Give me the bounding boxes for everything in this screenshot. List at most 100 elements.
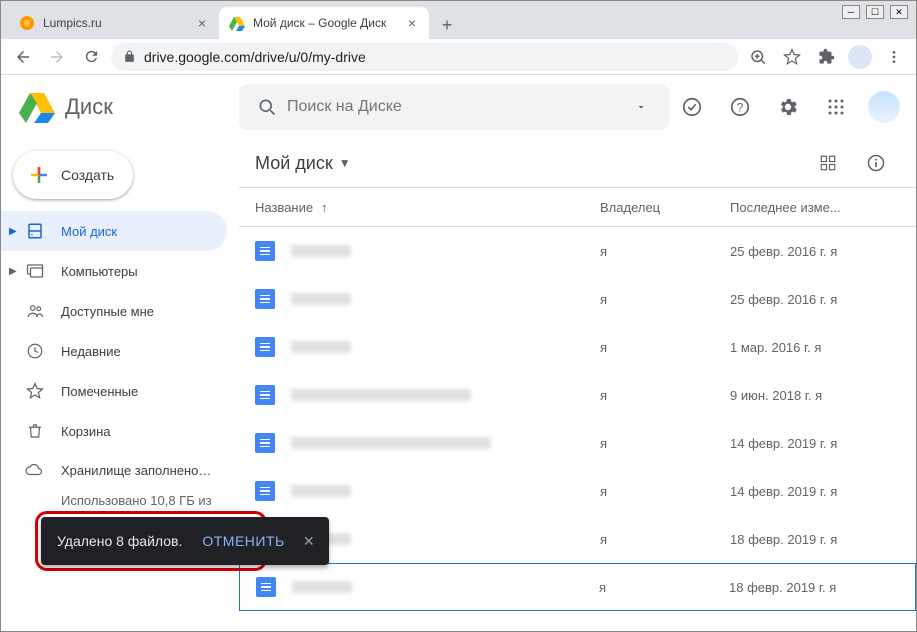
table-row[interactable]: я9 июн. 2018 г. я: [239, 371, 916, 419]
extensions-icon[interactable]: [812, 43, 840, 71]
toast-notification: Удалено 8 файлов. ОТМЕНИТЬ ✕: [41, 517, 329, 565]
column-name-header[interactable]: Название ↑: [255, 200, 600, 215]
breadcrumb[interactable]: Мой диск ▼: [255, 153, 351, 174]
docs-file-icon: [255, 481, 275, 501]
support-icon[interactable]: ?: [720, 87, 760, 127]
file-owner: я: [600, 484, 730, 499]
forward-button[interactable]: [43, 43, 71, 71]
search-options-icon[interactable]: [621, 101, 661, 113]
settings-gear-icon[interactable]: [768, 87, 808, 127]
table-row[interactable]: я14 февр. 2019 г. я: [239, 419, 916, 467]
column-owner-header[interactable]: Владелец: [600, 200, 730, 215]
docs-file-icon: [255, 241, 275, 261]
sidebar-item-recent[interactable]: Недавние: [1, 331, 227, 371]
account-avatar[interactable]: [868, 91, 900, 123]
table-row[interactable]: я18 февр. 2019 г. я: [239, 563, 916, 611]
address-bar: drive.google.com/drive/u/0/my-drive: [1, 39, 916, 75]
drive-logo[interactable]: Диск: [17, 87, 239, 127]
maximize-button[interactable]: ☐: [866, 5, 884, 19]
file-modified: 1 мар. 2016 г. я: [730, 340, 900, 355]
file-modified: 9 июн. 2018 г. я: [730, 388, 900, 403]
search-bar[interactable]: [239, 84, 669, 130]
table-row[interactable]: я14 февр. 2019 г. я: [239, 467, 916, 515]
file-owner: я: [600, 292, 730, 307]
layout-grid-icon[interactable]: [808, 143, 848, 183]
docs-file-icon: [255, 385, 275, 405]
content-panel: Мой диск ▼ Название ↑ Владелец Последнее…: [239, 139, 916, 631]
file-name: [291, 437, 600, 449]
drive-logo-icon: [17, 87, 57, 127]
file-modified: 14 февр. 2019 г. я: [730, 484, 900, 499]
clock-icon: [25, 341, 45, 361]
file-owner: я: [600, 532, 730, 547]
storage-header[interactable]: Хранилище заполнено н...: [25, 461, 215, 479]
chrome-menu-icon[interactable]: [880, 43, 908, 71]
favicon-orange-icon: [19, 15, 35, 31]
content-toolbar: Мой диск ▼: [239, 139, 916, 187]
cloud-icon: [25, 461, 45, 479]
file-modified: 25 февр. 2016 г. я: [730, 292, 900, 307]
url-text: drive.google.com/drive/u/0/my-drive: [144, 49, 726, 65]
close-tab-icon[interactable]: ×: [405, 16, 419, 30]
header-actions: ?: [672, 87, 900, 127]
table-row[interactable]: я1 мар. 2016 г. я: [239, 323, 916, 371]
table-row[interactable]: я25 февр. 2016 г. я: [239, 275, 916, 323]
zoom-indicator-icon[interactable]: [744, 43, 772, 71]
ready-offline-icon[interactable]: [672, 87, 712, 127]
file-owner: я: [600, 388, 730, 403]
bookmark-star-icon[interactable]: [778, 43, 806, 71]
breadcrumb-label: Мой диск: [255, 153, 333, 174]
file-owner: я: [600, 340, 730, 355]
sidebar-item-my-drive[interactable]: ▶ Мой диск: [1, 211, 227, 251]
chevron-right-icon: ▶: [9, 226, 17, 237]
file-modified: 25 февр. 2016 г. я: [730, 244, 900, 259]
nav-label: Компьютеры: [61, 264, 215, 279]
tab-title: Мой диск – Google Диск: [253, 16, 399, 30]
file-modified: 14 февр. 2019 г. я: [730, 436, 900, 451]
close-toast-icon[interactable]: ✕: [297, 533, 321, 550]
file-name: [292, 581, 599, 593]
undo-button[interactable]: ОТМЕНИТЬ: [202, 533, 284, 549]
sidebar-item-shared[interactable]: Доступные мне: [1, 291, 227, 331]
apps-grid-icon[interactable]: [816, 87, 856, 127]
computers-icon: [25, 261, 45, 281]
browser-tab-drive[interactable]: Мой диск – Google Диск ×: [219, 7, 429, 39]
file-name: [291, 485, 600, 497]
sidebar-item-trash[interactable]: Корзина: [1, 411, 227, 451]
file-modified: 18 февр. 2019 г. я: [729, 580, 899, 595]
back-button[interactable]: [9, 43, 37, 71]
new-tab-button[interactable]: +: [433, 11, 461, 39]
browser-tab-lumpics[interactable]: Lumpics.ru ×: [9, 7, 219, 39]
details-info-icon[interactable]: [856, 143, 896, 183]
sidebar-item-starred[interactable]: Помеченные: [1, 371, 227, 411]
minimize-button[interactable]: ─: [842, 5, 860, 19]
table-row[interactable]: я18 февр. 2019 г. я: [239, 515, 916, 563]
close-tab-icon[interactable]: ×: [195, 16, 209, 30]
reload-button[interactable]: [77, 43, 105, 71]
search-input[interactable]: [287, 98, 621, 116]
tab-title: Lumpics.ru: [43, 16, 189, 30]
column-modified-header[interactable]: Последнее изме...: [730, 200, 900, 215]
drive-product-name: Диск: [65, 94, 113, 120]
docs-file-icon: [256, 577, 276, 597]
search-icon: [247, 97, 287, 117]
file-owner: я: [600, 244, 730, 259]
create-button[interactable]: Создать: [13, 151, 133, 199]
file-rows: я25 февр. 2016 г. яя25 февр. 2016 г. яя1…: [239, 227, 916, 631]
docs-file-icon: [255, 433, 275, 453]
close-window-button[interactable]: ✕: [890, 5, 908, 19]
docs-file-icon: [255, 289, 275, 309]
svg-text:?: ?: [737, 101, 744, 115]
url-field[interactable]: drive.google.com/drive/u/0/my-drive: [111, 43, 738, 71]
sort-arrow-up-icon: ↑: [321, 200, 328, 215]
profile-avatar-icon[interactable]: [846, 43, 874, 71]
file-name: [291, 341, 600, 353]
docs-file-icon: [255, 337, 275, 357]
table-row[interactable]: я25 февр. 2016 г. я: [239, 227, 916, 275]
file-name: [291, 389, 600, 401]
file-owner: я: [600, 436, 730, 451]
sidebar-item-computers[interactable]: ▶ Компьютеры: [1, 251, 227, 291]
chevron-right-icon: ▶: [9, 266, 17, 277]
file-owner: я: [599, 580, 729, 595]
file-name: [291, 293, 600, 305]
